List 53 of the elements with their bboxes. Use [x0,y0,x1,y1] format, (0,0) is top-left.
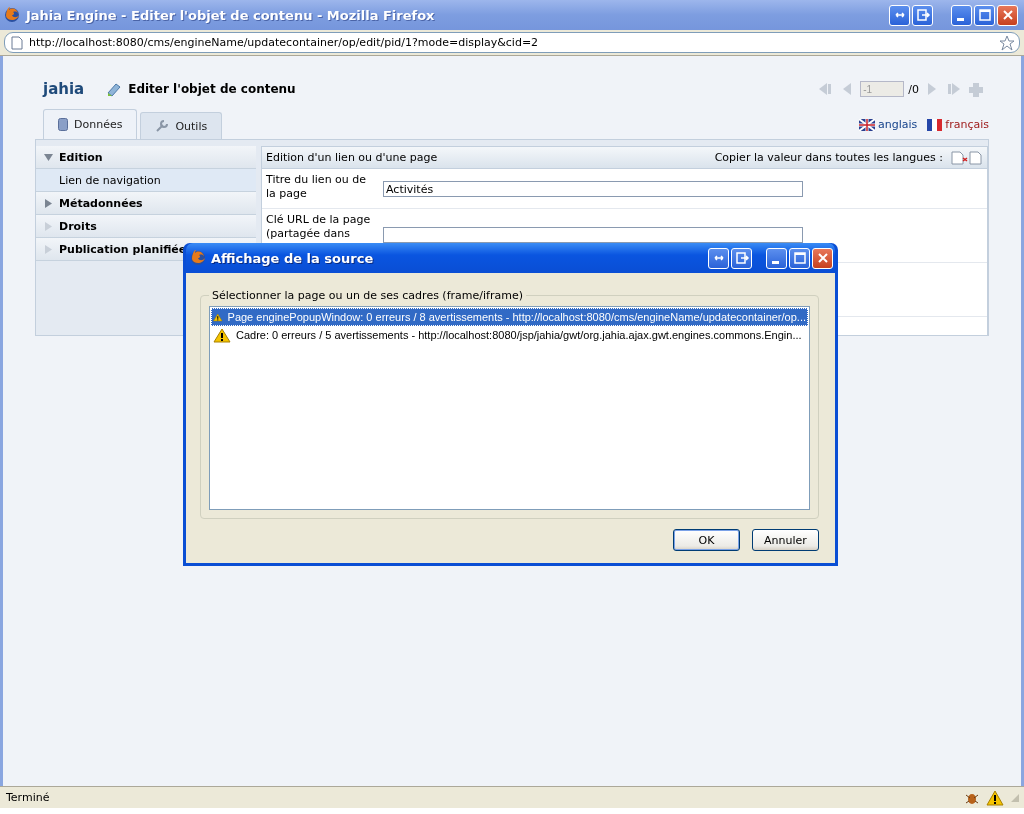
page-title: Editer l'objet de contenu [128,82,297,96]
field-label: Titre du lien ou de la page [265,172,368,202]
sidebar-section[interactable]: Edition [36,146,256,169]
export-button[interactable] [731,247,752,269]
window-title: Jahia Engine - Editer l'objet de contenu - Mozilla Firefox [26,7,436,23]
copy-pages-icon [951,150,983,165]
status-text: Terminé [6,791,51,804]
cancel-button[interactable]: Annuler [752,529,819,551]
ok-button[interactable]: OK [673,529,740,551]
browser-logo-icon [190,250,206,266]
form-heading: Edition d'un lien ou d'une page [266,151,439,164]
browser-logo-icon [4,7,20,23]
group-label: Sélectionner la page ou un de ses cadres (frame/iframe) [211,289,524,302]
star-icon [999,34,1015,51]
close-button[interactable] [812,247,833,269]
sidebar-section[interactable]: Métadonnées [36,192,256,215]
page-total: /0 [908,82,919,96]
language-link[interactable]: anglais [859,118,918,131]
text-field[interactable]: Activités [383,181,803,197]
list-item[interactable]: Page enginePopupWindow: 0 erreurs / 8 avertissements - http://localhost:8080/cms/engineName/updatecontainer/op... [211,308,808,326]
maximize-icon [791,250,808,266]
add-icon [967,81,985,97]
french-flag-icon [927,118,943,131]
tab[interactable]: Outils [140,112,223,139]
maximize-icon [976,7,993,23]
page-icon [11,35,23,50]
copy-button[interactable] [951,150,983,165]
minimize-button[interactable] [766,247,787,269]
list-item[interactable]: Cadre: 0 erreurs / 5 avertissements - http://localhost:8080/jsp/jahia/gwt/org.jahia.ajax.gwt.engines.commons.Engin... [211,326,808,344]
address-field[interactable]: http://localhost:8080/cms/engineName/updatecontainer/op/edit/pid/1?mode=display&cid=2 [4,32,1020,53]
uk-flag-icon [859,118,876,131]
copy-label: Copier la valeur dans toutes les langues : [714,151,943,164]
maximize-button[interactable] [789,247,810,269]
warning-icon [986,789,1004,806]
wrench-icon [155,119,170,133]
text-field[interactable] [383,227,803,243]
language-link[interactable]: français [927,118,989,131]
logo: jahia [43,80,85,98]
field-label: Clé URL de la page (partagée dans [265,212,372,242]
minimize-icon [771,260,779,264]
warning-icon [213,327,231,343]
export-icon [733,250,750,266]
export-icon [914,7,931,23]
close-button[interactable] [997,4,1018,26]
restore-button[interactable] [889,4,910,26]
restore-button[interactable] [708,247,729,269]
resize-grip-icon [1010,792,1020,803]
maximize-button[interactable] [974,4,995,26]
export-button[interactable] [912,4,933,26]
sidebar-item[interactable]: Lien de navigation [36,169,256,192]
minimize-icon [956,17,964,21]
tab[interactable]: Données [43,109,138,139]
minimize-button[interactable] [951,4,972,26]
